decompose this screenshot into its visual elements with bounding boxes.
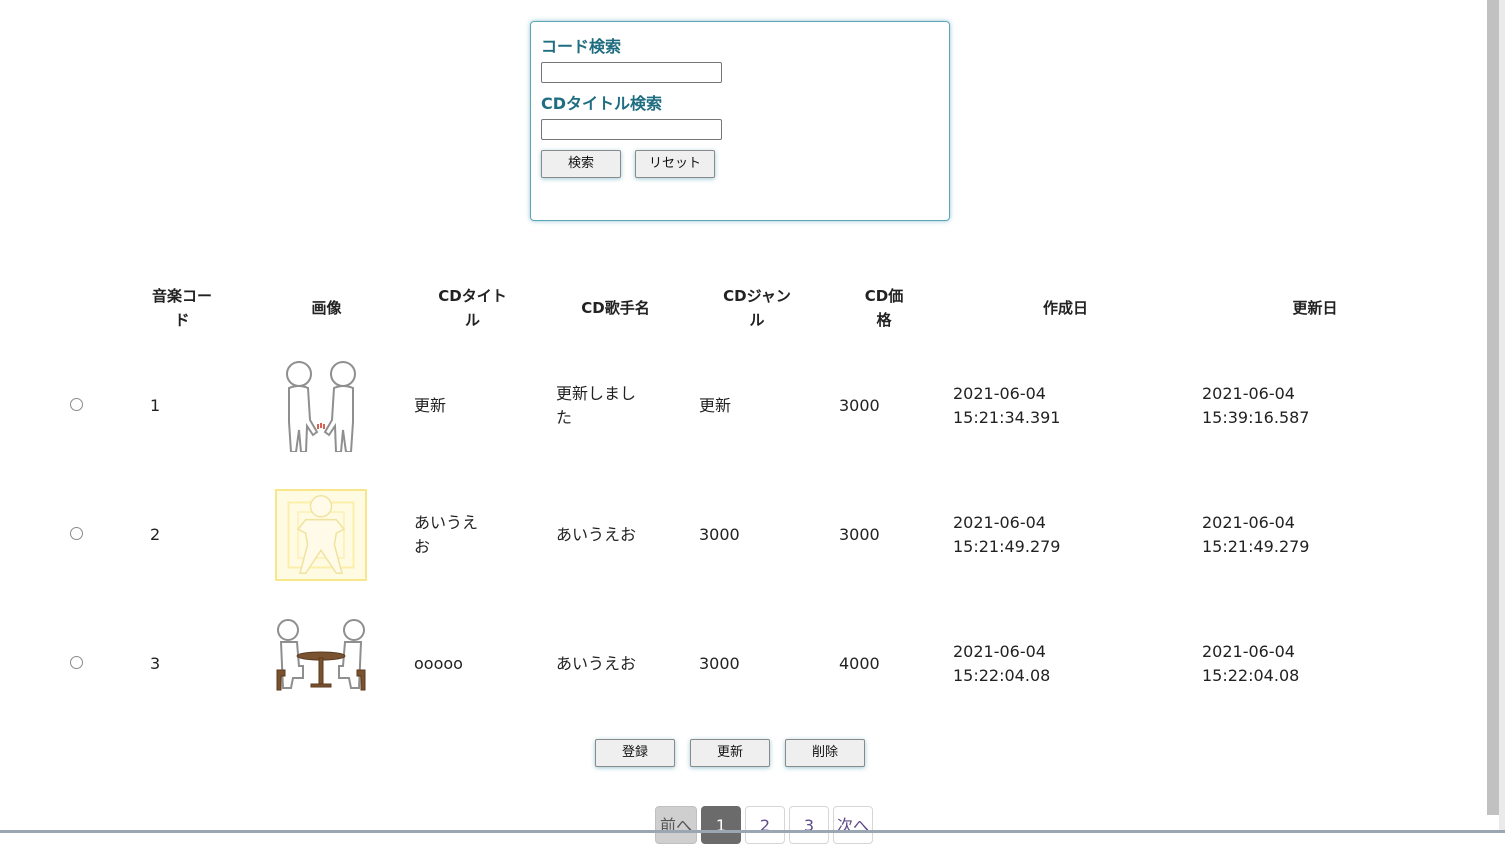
vertical-scrollbar[interactable] — [1487, 0, 1499, 815]
cell-updated: 2021-06-04 15:39:16.587 — [1202, 383, 1310, 427]
header-created: 作成日 — [1042, 299, 1088, 317]
cell-code: 2 — [150, 524, 161, 544]
title-search-input[interactable] — [541, 119, 722, 140]
cell-price: 3000 — [839, 524, 880, 544]
header-genre: CDジャンル — [723, 287, 791, 329]
cell-title: あいうえお — [414, 512, 479, 556]
cell-created: 2021-06-04 15:22:04.08 — [953, 641, 1051, 685]
header-code: 音楽コード — [151, 287, 212, 329]
title-search-label: CDタイトル検索 — [541, 94, 663, 113]
cell-updated: 2021-06-04 15:21:49.279 — [1202, 512, 1310, 556]
cell-title: ooooo — [414, 653, 463, 673]
cell-updated: 2021-06-04 15:22:04.08 — [1202, 641, 1300, 685]
reset-button[interactable]: リセット — [635, 150, 715, 178]
search-button-group: 検索 リセット — [541, 150, 939, 178]
delete-button[interactable]: 削除 — [785, 739, 865, 767]
code-search-label: コード検索 — [541, 37, 622, 56]
header-select — [40, 275, 112, 341]
table-header-row: 音楽コード 画像 CDタイトル CD歌手名 CDジャンル CD価格 作成日 更新… — [40, 275, 1440, 341]
cd-table: 音楽コード 画像 CDタイトル CD歌手名 CDジャンル CD価格 作成日 更新… — [40, 275, 1440, 728]
update-button[interactable]: 更新 — [690, 739, 770, 767]
cell-artist: あいうえお — [556, 653, 637, 673]
cd-image-two-figures-at-table-icon — [276, 618, 366, 690]
row-select-radio[interactable] — [69, 397, 83, 411]
page-3-button[interactable]: 3 — [789, 806, 829, 844]
search-panel: コード検索 CDタイトル検索 検索 リセット — [530, 21, 950, 221]
header-price: CD価格 — [864, 287, 904, 329]
code-search-input[interactable] — [541, 62, 722, 83]
pagination: 前へ 1 2 3 次へ — [655, 806, 877, 844]
register-button[interactable]: 登録 — [595, 739, 675, 767]
table-row: 1 更新 更新しました 更新 3000 2021-06-04 15:21:34.… — [40, 341, 1440, 470]
window-edge — [1499, 0, 1505, 833]
cell-created: 2021-06-04 15:21:34.391 — [953, 383, 1061, 427]
cell-title: 更新 — [414, 395, 447, 415]
cell-code: 3 — [150, 653, 161, 673]
cell-created: 2021-06-04 15:21:49.279 — [953, 512, 1061, 556]
action-button-group: 登録 更新 削除 — [595, 739, 880, 767]
cell-artist: あいうえお — [556, 524, 637, 544]
table-row: 3 ooooo あいうえお 3000 4000 2021-06-04 15:22… — [40, 599, 1440, 728]
cell-price: 4000 — [839, 653, 880, 673]
header-image: 画像 — [311, 299, 342, 317]
next-page-button[interactable]: 次へ — [833, 806, 873, 844]
table-row: 2 あいうえお あいうえお 3000 3000 2021-06-04 15:21… — [40, 470, 1440, 599]
cell-artist: 更新しました — [556, 383, 637, 427]
search-button[interactable]: 検索 — [541, 150, 621, 178]
row-select-radio[interactable] — [69, 655, 83, 669]
cd-image-two-figures-holding-hands-icon — [286, 360, 356, 452]
header-updated: 更新日 — [1292, 299, 1338, 317]
cell-code: 1 — [150, 395, 161, 415]
header-artist: CD歌手名 — [581, 299, 650, 317]
page-2-button[interactable]: 2 — [745, 806, 785, 844]
row-select-radio[interactable] — [69, 526, 83, 540]
page-1-button[interactable]: 1 — [701, 806, 741, 844]
cell-genre: 更新 — [699, 395, 732, 415]
header-title: CDタイトル — [438, 287, 507, 329]
cell-price: 3000 — [839, 395, 880, 415]
prev-page-button[interactable]: 前へ — [655, 806, 697, 844]
cell-genre: 3000 — [699, 653, 740, 673]
cd-image-glowing-figure-icon — [275, 488, 367, 581]
cell-genre: 3000 — [699, 524, 740, 544]
